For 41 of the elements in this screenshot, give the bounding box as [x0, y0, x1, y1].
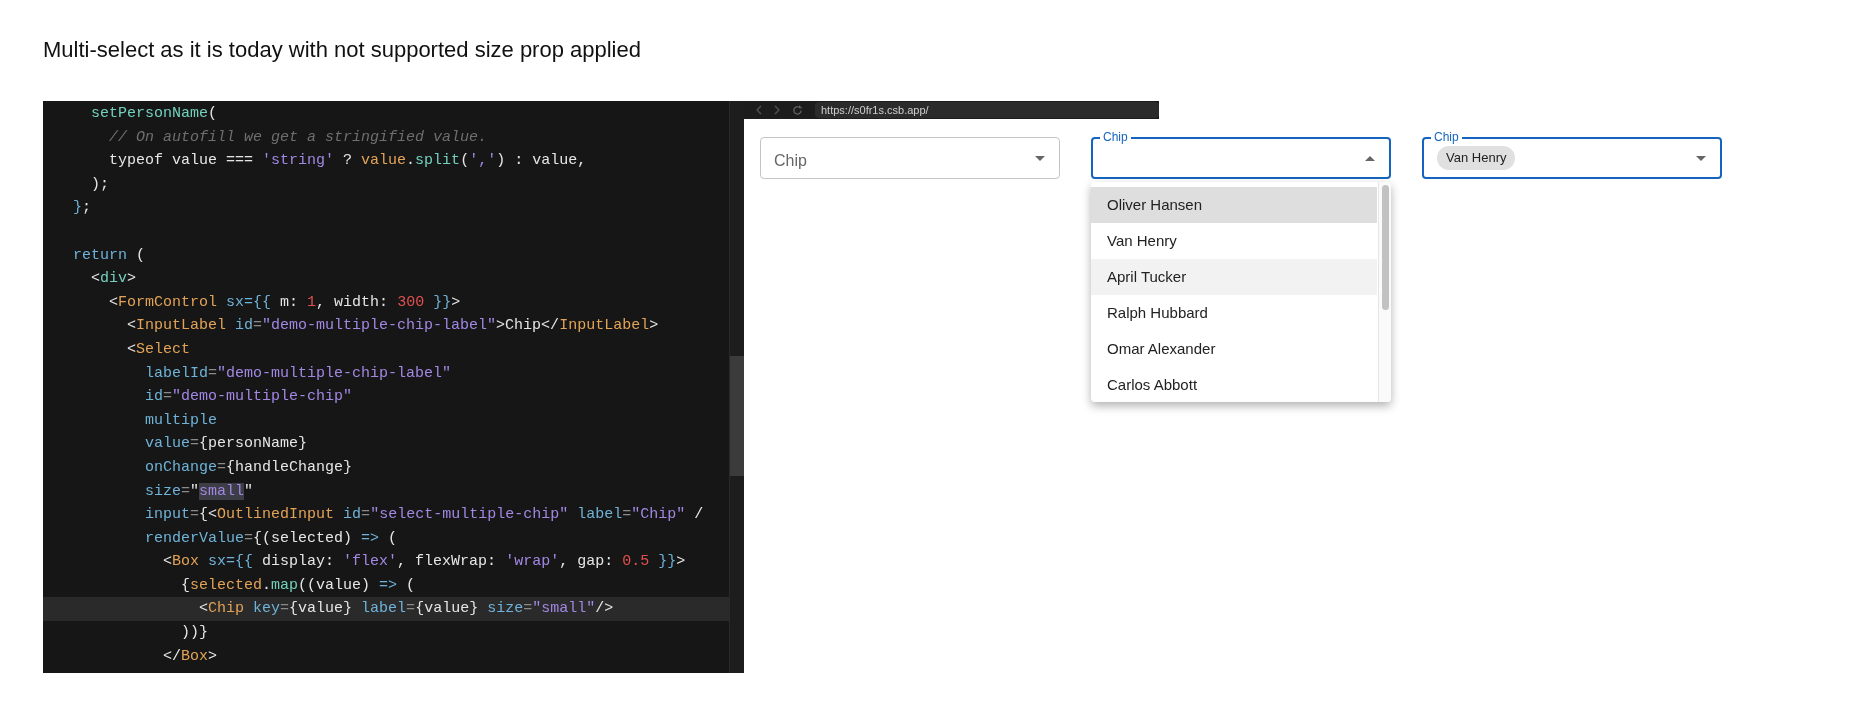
- code-line: <InputLabel id="demo-multiple-chip-label">Chip</InputLabel>: [126, 316, 660, 337]
- dropdown-arrow-icon[interactable]: [1035, 155, 1045, 161]
- code-line: <Box sx={{ display: 'flex', flexWrap: 'wrap', gap: 0.5 }}>: [162, 552, 687, 573]
- chip: Van Henry: [1437, 146, 1516, 170]
- field-label: Chip: [1431, 130, 1462, 144]
- code-line: onChange={handleChange}: [144, 457, 354, 478]
- menu-item[interactable]: Ralph Hubbard: [1091, 295, 1377, 331]
- menu-item[interactable]: Carlos Abbott: [1091, 367, 1377, 402]
- back-icon[interactable]: [756, 105, 762, 115]
- code-line: // On autofill we get a stringified value.: [108, 127, 489, 148]
- code-line: };: [72, 198, 93, 219]
- select-field[interactable]: Chip: [760, 137, 1060, 179]
- code-line: value={personName}: [144, 434, 309, 455]
- menu-item[interactable]: Oliver Hansen: [1091, 187, 1377, 223]
- field-label: Chip: [774, 151, 807, 171]
- code-line: ))}: [180, 623, 210, 644]
- code-line: id="demo-multiple-chip": [144, 387, 354, 408]
- code-line: renderValue={(selected) => (: [144, 528, 399, 549]
- page-heading: Multi-select as it is today with not supported size prop applied: [42, 36, 641, 64]
- code-line: </Box>: [162, 646, 219, 667]
- reload-icon[interactable]: [792, 104, 803, 116]
- code-line: <FormControl sx={{ m: 1, width: 300 }}>: [108, 292, 462, 313]
- address-bar[interactable]: https://s0fr1s.csb.app/: [815, 102, 1159, 118]
- code-line: );: [90, 174, 110, 195]
- code-line: typeof value === 'string' ? value.split(',') : value,: [108, 151, 588, 172]
- code-line: <Select: [126, 339, 192, 360]
- code-line: multiple: [144, 410, 219, 431]
- menu-item[interactable]: Omar Alexander: [1091, 331, 1377, 367]
- code-line: return (: [72, 245, 147, 266]
- code-line: labelId="demo-multiple-chip-label": [144, 363, 453, 384]
- code-line: setPersonName(: [90, 104, 219, 124]
- field-label: Chip: [1100, 130, 1131, 144]
- code-line: {selected.map((value) => (: [180, 575, 417, 596]
- code-line: <div>: [90, 269, 138, 290]
- dropdown-arrow-icon[interactable]: [1365, 155, 1375, 161]
- menu-item[interactable]: Van Henry: [1091, 223, 1377, 259]
- forward-icon[interactable]: [774, 105, 780, 115]
- scrollbar[interactable]: [729, 101, 744, 673]
- code-line: input={<OutlinedInput id="select-multiple-chip" label="Chip" /: [144, 505, 705, 526]
- dropdown-arrow-icon[interactable]: [1696, 155, 1706, 161]
- menu-item[interactable]: April Tucker: [1091, 259, 1377, 295]
